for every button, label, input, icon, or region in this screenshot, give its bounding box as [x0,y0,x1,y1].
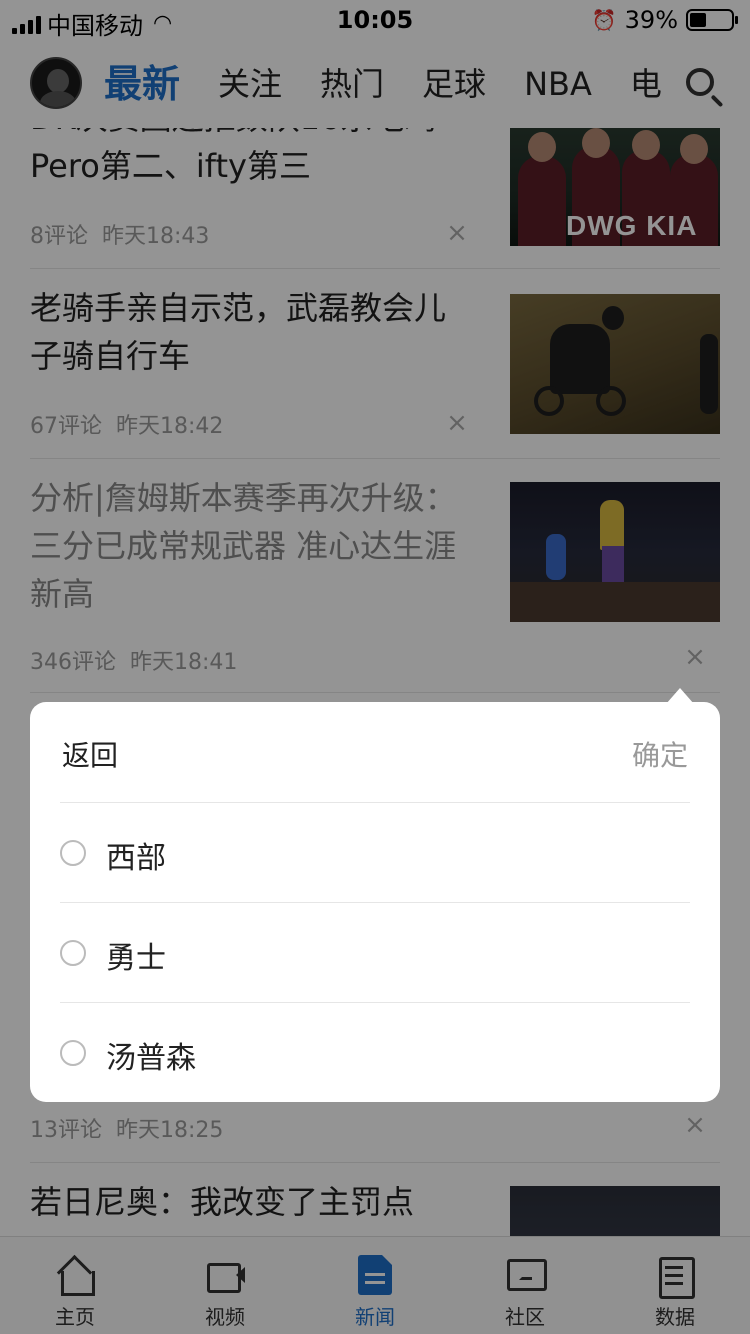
option-row[interactable]: 勇士 [60,902,690,1002]
radio-button[interactable] [60,1040,86,1066]
popup-header: 返回 确定 [30,702,720,802]
option-label: 西部 [106,841,166,876]
option-row[interactable]: 西部 [60,802,690,902]
radio-button[interactable] [60,840,86,866]
option-row[interactable]: 汤普森 [60,1002,690,1102]
modal-overlay[interactable] [0,0,750,1334]
confirm-button[interactable]: 确定 [632,734,688,774]
dislike-reason-popup: 返回 确定 西部 勇士 汤普森 [30,688,720,1102]
option-label: 汤普森 [106,1041,196,1076]
back-button[interactable]: 返回 [62,734,118,774]
option-label: 勇士 [106,941,166,976]
radio-button[interactable] [60,940,86,966]
